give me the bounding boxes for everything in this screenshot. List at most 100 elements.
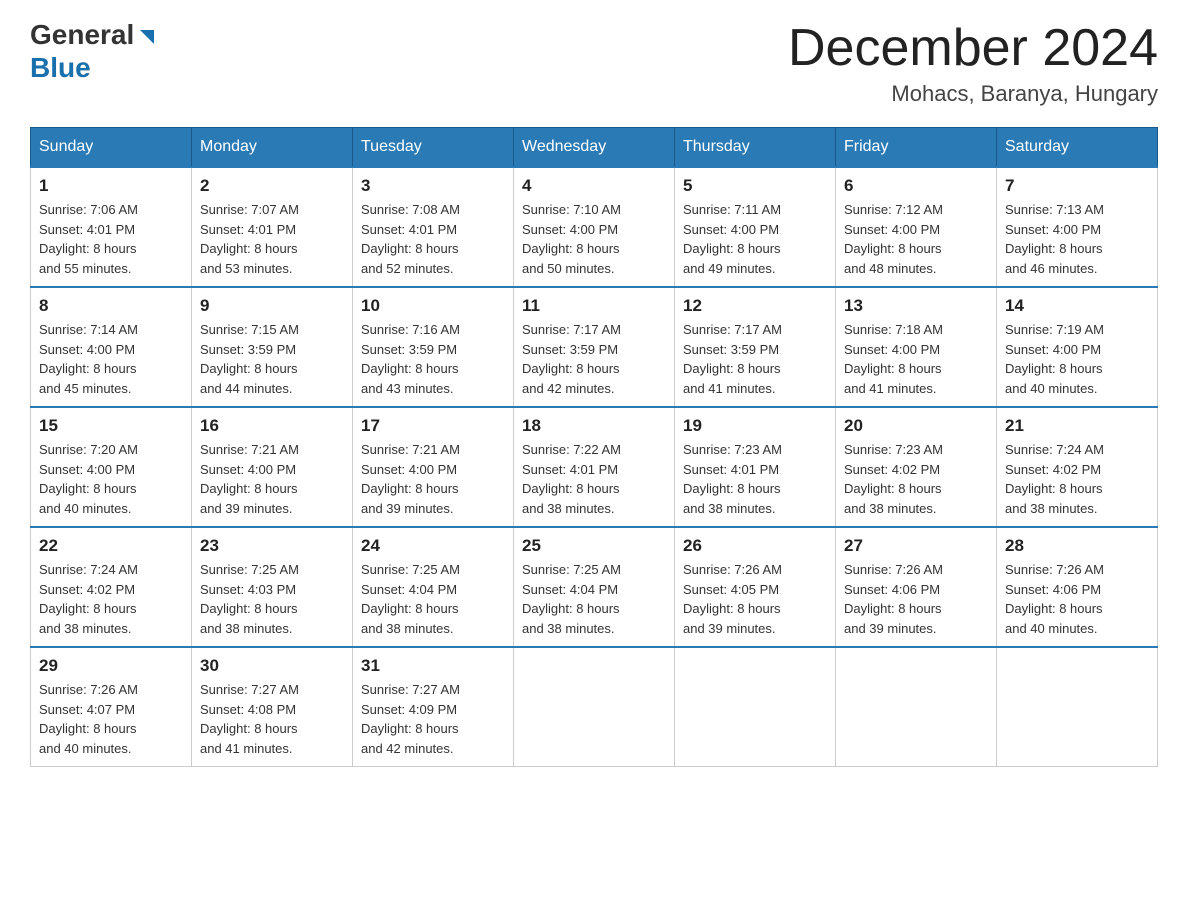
day-info: Sunrise: 7:14 AMSunset: 4:00 PMDaylight:… bbox=[39, 320, 183, 398]
day-number: 3 bbox=[361, 176, 505, 196]
day-number: 4 bbox=[522, 176, 666, 196]
table-row: 14Sunrise: 7:19 AMSunset: 4:00 PMDayligh… bbox=[997, 287, 1158, 407]
table-row: 16 Sunrise: 7:21 AMSunset: 4:00 PMDayligh… bbox=[192, 407, 353, 527]
day-info: Sunrise: 7:07 AMSunset: 4:01 PMDaylight:… bbox=[200, 200, 344, 278]
day-number: 17 bbox=[361, 416, 505, 436]
table-row: 28 Sunrise: 7:26 AMSunset: 4:06 PMDayligh… bbox=[997, 527, 1158, 647]
table-row: 17Sunrise: 7:21 AMSunset: 4:00 PMDayligh… bbox=[353, 407, 514, 527]
day-number: 31 bbox=[361, 656, 505, 676]
day-info: Sunrise: 7:21 AMSunset: 4:00 PMDaylight:… bbox=[200, 440, 344, 518]
day-info: Sunrise: 7:27 AMSunset: 4:09 PMDaylight:… bbox=[361, 680, 505, 758]
day-number: 28 bbox=[1005, 536, 1149, 556]
table-row: 24 Sunrise: 7:25 AMSunset: 4:04 PMDayligh… bbox=[353, 527, 514, 647]
day-number: 5 bbox=[683, 176, 827, 196]
table-row bbox=[514, 647, 675, 767]
logo-blue-text: Blue bbox=[30, 52, 91, 83]
day-number: 23 bbox=[200, 536, 344, 556]
table-row: 26Sunrise: 7:26 AMSunset: 4:05 PMDayligh… bbox=[675, 527, 836, 647]
day-number: 27 bbox=[844, 536, 988, 556]
day-info: Sunrise: 7:24 AMSunset: 4:02 PMDaylight:… bbox=[39, 560, 183, 638]
day-number: 16 bbox=[200, 416, 344, 436]
day-number: 19 bbox=[683, 416, 827, 436]
calendar-table: Sunday Monday Tuesday Wednesday Thursday… bbox=[30, 127, 1158, 767]
calendar-week-row: 1 Sunrise: 7:06 AMSunset: 4:01 PMDaylight… bbox=[31, 167, 1158, 287]
table-row bbox=[836, 647, 997, 767]
table-row: 8 Sunrise: 7:14 AMSunset: 4:00 PMDaylight… bbox=[31, 287, 192, 407]
day-number: 11 bbox=[522, 296, 666, 316]
month-title: December 2024 bbox=[788, 20, 1158, 77]
day-info: Sunrise: 7:17 AMSunset: 3:59 PMDaylight:… bbox=[522, 320, 666, 398]
day-number: 14 bbox=[1005, 296, 1149, 316]
table-row: 10Sunrise: 7:16 AMSunset: 3:59 PMDayligh… bbox=[353, 287, 514, 407]
table-row: 25Sunrise: 7:25 AMSunset: 4:04 PMDayligh… bbox=[514, 527, 675, 647]
day-info: Sunrise: 7:27 AMSunset: 4:08 PMDaylight:… bbox=[200, 680, 344, 758]
calendar-week-row: 15 Sunrise: 7:20 AMSunset: 4:00 PMDayligh… bbox=[31, 407, 1158, 527]
logo-general-text: General bbox=[30, 19, 134, 50]
logo-arrow-icon bbox=[136, 26, 158, 53]
calendar-header-row: Sunday Monday Tuesday Wednesday Thursday… bbox=[31, 128, 1158, 168]
table-row: 20Sunrise: 7:23 AMSunset: 4:02 PMDayligh… bbox=[836, 407, 997, 527]
calendar-week-row: 22 Sunrise: 7:24 AMSunset: 4:02 PMDayligh… bbox=[31, 527, 1158, 647]
location-title: Mohacs, Baranya, Hungary bbox=[788, 81, 1158, 107]
day-number: 24 bbox=[361, 536, 505, 556]
day-number: 12 bbox=[683, 296, 827, 316]
col-saturday: Saturday bbox=[997, 128, 1158, 168]
col-monday: Monday bbox=[192, 128, 353, 168]
table-row: 3 Sunrise: 7:08 AMSunset: 4:01 PMDaylight… bbox=[353, 167, 514, 287]
day-number: 13 bbox=[844, 296, 988, 316]
day-info: Sunrise: 7:20 AMSunset: 4:00 PMDaylight:… bbox=[39, 440, 183, 518]
day-number: 25 bbox=[522, 536, 666, 556]
day-info: Sunrise: 7:18 AMSunset: 4:00 PMDaylight:… bbox=[844, 320, 988, 398]
day-number: 1 bbox=[39, 176, 183, 196]
day-number: 18 bbox=[522, 416, 666, 436]
table-row bbox=[997, 647, 1158, 767]
day-number: 21 bbox=[1005, 416, 1149, 436]
table-row: 12 Sunrise: 7:17 AMSunset: 3:59 PMDayligh… bbox=[675, 287, 836, 407]
table-row: 30 Sunrise: 7:27 AMSunset: 4:08 PMDayligh… bbox=[192, 647, 353, 767]
day-number: 26 bbox=[683, 536, 827, 556]
day-number: 15 bbox=[39, 416, 183, 436]
day-info: Sunrise: 7:25 AMSunset: 4:03 PMDaylight:… bbox=[200, 560, 344, 638]
table-row: 23 Sunrise: 7:25 AMSunset: 4:03 PMDayligh… bbox=[192, 527, 353, 647]
table-row: 19 Sunrise: 7:23 AMSunset: 4:01 PMDayligh… bbox=[675, 407, 836, 527]
table-row: 9Sunrise: 7:15 AMSunset: 3:59 PMDaylight… bbox=[192, 287, 353, 407]
col-wednesday: Wednesday bbox=[514, 128, 675, 168]
table-row: 2 Sunrise: 7:07 AMSunset: 4:01 PMDaylight… bbox=[192, 167, 353, 287]
table-row: 18Sunrise: 7:22 AMSunset: 4:01 PMDayligh… bbox=[514, 407, 675, 527]
day-info: Sunrise: 7:12 AMSunset: 4:00 PMDaylight:… bbox=[844, 200, 988, 278]
day-number: 30 bbox=[200, 656, 344, 676]
col-thursday: Thursday bbox=[675, 128, 836, 168]
table-row: 5 Sunrise: 7:11 AMSunset: 4:00 PMDaylight… bbox=[675, 167, 836, 287]
day-number: 9 bbox=[200, 296, 344, 316]
table-row: 31 Sunrise: 7:27 AMSunset: 4:09 PMDayligh… bbox=[353, 647, 514, 767]
col-tuesday: Tuesday bbox=[353, 128, 514, 168]
table-row: 27 Sunrise: 7:26 AMSunset: 4:06 PMDayligh… bbox=[836, 527, 997, 647]
day-info: Sunrise: 7:26 AMSunset: 4:06 PMDaylight:… bbox=[844, 560, 988, 638]
day-number: 8 bbox=[39, 296, 183, 316]
day-info: Sunrise: 7:06 AMSunset: 4:01 PMDaylight:… bbox=[39, 200, 183, 278]
table-row: 15 Sunrise: 7:20 AMSunset: 4:00 PMDayligh… bbox=[31, 407, 192, 527]
table-row: 29 Sunrise: 7:26 AMSunset: 4:07 PMDayligh… bbox=[31, 647, 192, 767]
table-row: 6Sunrise: 7:12 AMSunset: 4:00 PMDaylight… bbox=[836, 167, 997, 287]
page-header: General Blue December 2024 Mohacs, Baran… bbox=[30, 20, 1158, 107]
calendar-week-row: 29 Sunrise: 7:26 AMSunset: 4:07 PMDayligh… bbox=[31, 647, 1158, 767]
day-info: Sunrise: 7:17 AMSunset: 3:59 PMDaylight:… bbox=[683, 320, 827, 398]
logo: General Blue bbox=[30, 20, 158, 84]
calendar-week-row: 8 Sunrise: 7:14 AMSunset: 4:00 PMDaylight… bbox=[31, 287, 1158, 407]
day-info: Sunrise: 7:11 AMSunset: 4:00 PMDaylight:… bbox=[683, 200, 827, 278]
day-info: Sunrise: 7:23 AMSunset: 4:01 PMDaylight:… bbox=[683, 440, 827, 518]
day-info: Sunrise: 7:10 AMSunset: 4:00 PMDaylight:… bbox=[522, 200, 666, 278]
table-row: 11 Sunrise: 7:17 AMSunset: 3:59 PMDayligh… bbox=[514, 287, 675, 407]
day-info: Sunrise: 7:13 AMSunset: 4:00 PMDaylight:… bbox=[1005, 200, 1149, 278]
day-number: 22 bbox=[39, 536, 183, 556]
day-info: Sunrise: 7:26 AMSunset: 4:07 PMDaylight:… bbox=[39, 680, 183, 758]
day-info: Sunrise: 7:25 AMSunset: 4:04 PMDaylight:… bbox=[361, 560, 505, 638]
col-sunday: Sunday bbox=[31, 128, 192, 168]
title-block: December 2024 Mohacs, Baranya, Hungary bbox=[788, 20, 1158, 107]
day-info: Sunrise: 7:23 AMSunset: 4:02 PMDaylight:… bbox=[844, 440, 988, 518]
day-number: 29 bbox=[39, 656, 183, 676]
day-number: 2 bbox=[200, 176, 344, 196]
day-info: Sunrise: 7:08 AMSunset: 4:01 PMDaylight:… bbox=[361, 200, 505, 278]
day-info: Sunrise: 7:26 AMSunset: 4:06 PMDaylight:… bbox=[1005, 560, 1149, 638]
day-info: Sunrise: 7:24 AMSunset: 4:02 PMDaylight:… bbox=[1005, 440, 1149, 518]
